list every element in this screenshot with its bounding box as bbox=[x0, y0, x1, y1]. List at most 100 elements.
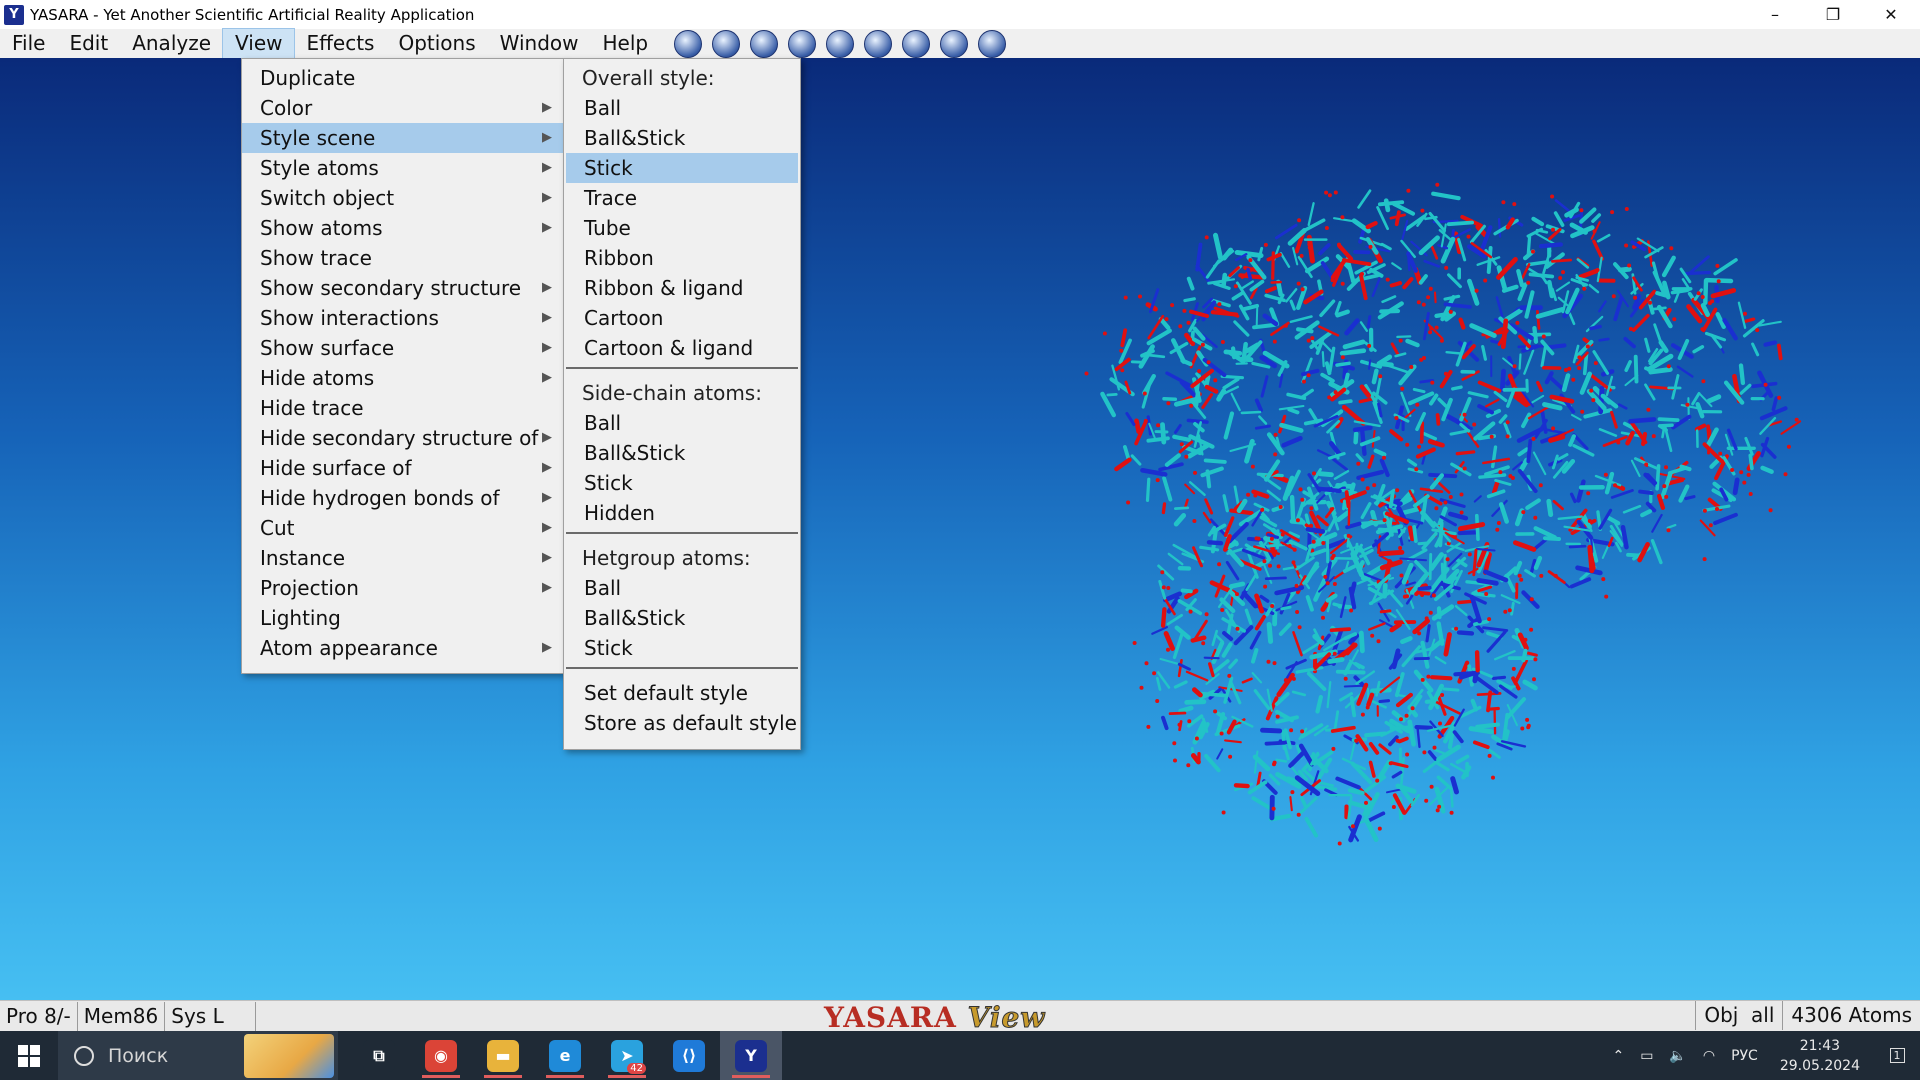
submenu-arrow-icon: ▶ bbox=[542, 160, 552, 175]
view-menu-item-projection[interactable]: Projection ▶ bbox=[242, 573, 564, 603]
menu-file[interactable]: File bbox=[0, 29, 57, 58]
menu-item-label: Hide trace bbox=[260, 396, 364, 420]
taskbar-app-telegram[interactable]: ➤ 42 bbox=[596, 1031, 658, 1080]
forward-icon[interactable] bbox=[940, 29, 969, 58]
overall-style-stick[interactable]: Stick bbox=[566, 153, 798, 183]
search-placeholder: Поиск bbox=[108, 1044, 169, 1067]
menu-options[interactable]: Options bbox=[386, 29, 487, 58]
submenu-arrow-icon: ▶ bbox=[542, 640, 552, 655]
view-menu-item-instance[interactable]: Instance ▶ bbox=[242, 543, 564, 573]
submenu-arrow-icon: ▶ bbox=[542, 430, 552, 445]
menu-item-label: Atom appearance bbox=[260, 636, 438, 660]
rewind-icon[interactable] bbox=[902, 29, 931, 58]
battery-icon[interactable]: ▭ bbox=[1632, 1048, 1661, 1064]
view-menu-item-cut[interactable]: Cut ▶ bbox=[242, 513, 564, 543]
language-indicator[interactable]: РУС bbox=[1723, 1048, 1766, 1064]
display-icon[interactable] bbox=[674, 29, 703, 58]
overall-style-ball-stick[interactable]: Ball&Stick bbox=[566, 123, 798, 153]
view-menu-item-show-atoms[interactable]: Show atoms ▶ bbox=[242, 213, 564, 243]
menu-help[interactable]: Help bbox=[591, 29, 661, 58]
taskbar-app-vscode[interactable]: ⟨⟩ bbox=[658, 1031, 720, 1080]
page-icon[interactable] bbox=[750, 29, 779, 58]
view-menu-item-atom-appearance[interactable]: Atom appearance ▶ bbox=[242, 633, 564, 663]
volume-icon[interactable]: 🔈 bbox=[1661, 1048, 1694, 1064]
notification-center-icon[interactable]: 1 bbox=[1874, 1031, 1920, 1080]
status-system: Sys L bbox=[165, 1002, 257, 1031]
maximize-button[interactable]: ❐ bbox=[1804, 0, 1862, 29]
menu-item-label: Show surface bbox=[260, 336, 395, 360]
menu-item-label: Hide surface of bbox=[260, 456, 412, 480]
overall-style-cartoon-ligand[interactable]: Cartoon & ligand bbox=[566, 333, 798, 363]
yasara-view-logo: YASARA View bbox=[824, 1001, 1045, 1035]
save-icon[interactable] bbox=[826, 29, 855, 58]
menu-item-label: Hide hydrogen bonds of bbox=[260, 486, 500, 510]
view-menu-item-hide-trace[interactable]: Hide trace bbox=[242, 393, 564, 423]
view-menu-item-color[interactable]: Color ▶ bbox=[242, 93, 564, 123]
hetgroup-style-stick[interactable]: Stick bbox=[566, 633, 798, 663]
windows-logo-icon bbox=[18, 1044, 40, 1067]
yasara-app-icon: Y bbox=[4, 4, 24, 25]
menu-view[interactable]: View bbox=[222, 28, 296, 59]
overall-style-ball[interactable]: Ball bbox=[566, 93, 798, 123]
taskbar-app-task-view[interactable]: ⧉ bbox=[348, 1031, 410, 1080]
notification-count: 1 bbox=[1889, 1048, 1905, 1063]
taskbar-app-yasara[interactable]: Y bbox=[720, 1031, 782, 1080]
file-explorer-icon: ▬ bbox=[487, 1039, 519, 1072]
style-action-set-default-style[interactable]: Set default style bbox=[566, 678, 798, 708]
view-menu-item-style-atoms[interactable]: Style atoms ▶ bbox=[242, 153, 564, 183]
taskbar-app-file-explorer[interactable]: ▬ bbox=[472, 1031, 534, 1080]
overall-style-ribbon[interactable]: Ribbon bbox=[566, 243, 798, 273]
start-button[interactable] bbox=[0, 1031, 58, 1080]
view-menu-item-switch-object[interactable]: Switch object ▶ bbox=[242, 183, 564, 213]
tray-overflow-icon[interactable]: ⌃ bbox=[1604, 1048, 1632, 1064]
hetgroup-style-ball-stick[interactable]: Ball&Stick bbox=[566, 603, 798, 633]
clock[interactable]: 21:43 29.05.2024 bbox=[1766, 1036, 1874, 1076]
style-action-store-as-default-style[interactable]: Store as default style bbox=[566, 708, 798, 738]
menu-effects[interactable]: Effects bbox=[294, 29, 386, 58]
menu-separator bbox=[566, 667, 798, 669]
taskbar-app-edge[interactable]: e bbox=[534, 1031, 596, 1080]
menu-bar: File Edit Analyze View Effects Options Window H… bbox=[0, 28, 1920, 59]
overall-style-ribbon-ligand[interactable]: Ribbon & ligand bbox=[566, 273, 798, 303]
view-menu-item-duplicate[interactable]: Duplicate bbox=[242, 63, 564, 93]
menu-edit[interactable]: Edit bbox=[57, 29, 120, 58]
sidechain-style-stick[interactable]: Stick bbox=[566, 468, 798, 498]
view-menu-item-style-scene[interactable]: Style scene ▶ bbox=[242, 123, 564, 153]
submenu-arrow-icon: ▶ bbox=[542, 580, 552, 595]
wifi-icon[interactable]: ◠ bbox=[1695, 1048, 1723, 1064]
menu-separator bbox=[566, 367, 798, 369]
logo-main: YASARA bbox=[824, 1001, 957, 1034]
overall-style-tube[interactable]: Tube bbox=[566, 213, 798, 243]
menu-window[interactable]: Window bbox=[488, 29, 591, 58]
minimize-button[interactable]: – bbox=[1746, 0, 1804, 29]
view-menu-item-lighting[interactable]: Lighting bbox=[242, 603, 564, 633]
view-menu-item-hide-atoms[interactable]: Hide atoms ▶ bbox=[242, 363, 564, 393]
overall-style-trace[interactable]: Trace bbox=[566, 183, 798, 213]
sidechain-style-hidden[interactable]: Hidden bbox=[566, 498, 798, 528]
view-menu-item-show-surface[interactable]: Show surface ▶ bbox=[242, 333, 564, 363]
view-menu-item-hide-hydrogen-bonds-of[interactable]: Hide hydrogen bonds of ▶ bbox=[242, 483, 564, 513]
globe-icon[interactable] bbox=[712, 29, 741, 58]
menu-item-label: Style atoms bbox=[260, 156, 379, 180]
taskbar-search[interactable]: Поиск bbox=[58, 1031, 338, 1080]
sidechain-style-ball[interactable]: Ball bbox=[566, 408, 798, 438]
menu-analyze[interactable]: Analyze bbox=[120, 29, 223, 58]
status-memory: Mem86 bbox=[78, 1002, 166, 1031]
view-menu-item-show-trace[interactable]: Show trace bbox=[242, 243, 564, 273]
sidechain-style-ball-stick[interactable]: Ball&Stick bbox=[566, 438, 798, 468]
taskbar-app-chrome[interactable]: ◉ bbox=[410, 1031, 472, 1080]
submenu-arrow-icon: ▶ bbox=[542, 190, 552, 205]
overall-style-cartoon[interactable]: Cartoon bbox=[566, 303, 798, 333]
menu-item-label: Projection bbox=[260, 576, 359, 600]
view-menu-item-show-secondary-structure[interactable]: Show secondary structure ▶ bbox=[242, 273, 564, 303]
view-menu-item-hide-secondary-structure-of[interactable]: Hide secondary structure of ▶ bbox=[242, 423, 564, 453]
menu-item-label: Show secondary structure bbox=[260, 276, 522, 300]
search-highlight-image bbox=[244, 1033, 334, 1078]
rotate-icon[interactable] bbox=[788, 29, 817, 58]
close-button[interactable]: ✕ bbox=[1862, 0, 1920, 29]
view-menu-item-show-interactions[interactable]: Show interactions ▶ bbox=[242, 303, 564, 333]
target-icon[interactable] bbox=[864, 29, 893, 58]
hetgroup-style-ball[interactable]: Ball bbox=[566, 573, 798, 603]
view-menu-item-hide-surface-of[interactable]: Hide surface of ▶ bbox=[242, 453, 564, 483]
smiley-icon[interactable] bbox=[978, 29, 1007, 58]
